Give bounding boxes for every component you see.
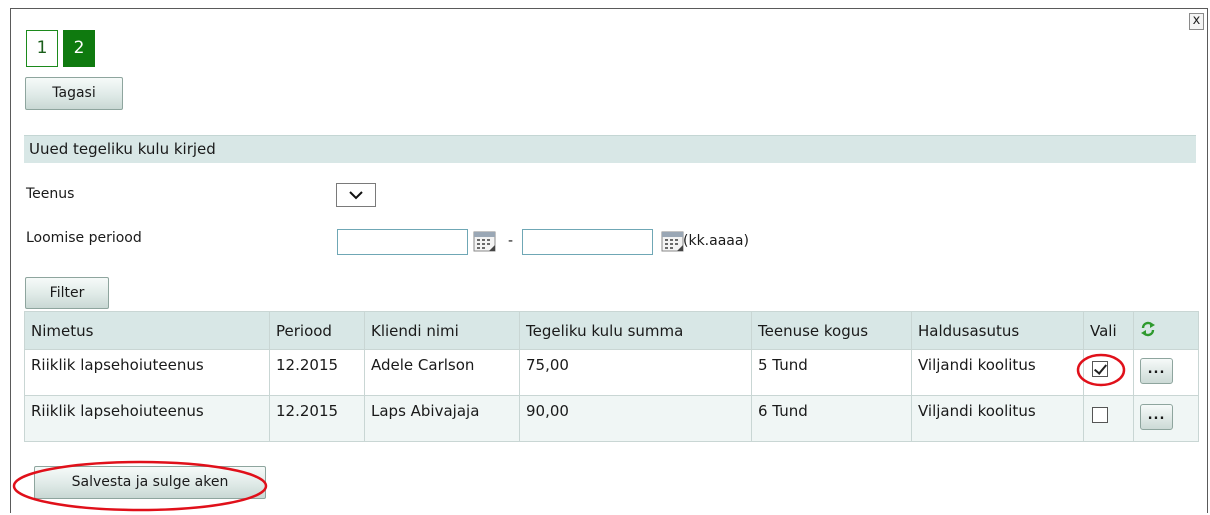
cell-client: Laps Abivajaja [364, 395, 520, 442]
step-1[interactable]: 1 [26, 30, 58, 67]
column-header-select: Vali [1083, 311, 1134, 350]
calendar-icon[interactable] [473, 229, 497, 253]
dialog-window: x 1 2 Tagasi Uued tegeliku kulu kirjed T… [10, 8, 1208, 513]
cell-amount: 75,00 [519, 349, 752, 396]
column-header-amount[interactable]: Tegeliku kulu summa [519, 311, 752, 350]
cell-select [1083, 349, 1134, 396]
period-to-input[interactable] [522, 229, 653, 255]
cell-select [1083, 395, 1134, 442]
cell-quantity: 5 Tund [751, 349, 912, 396]
cost-entries-table: Nimetus Periood Kliendi nimi Tegeliku ku… [24, 311, 1199, 442]
refresh-header-cell [1133, 311, 1199, 350]
cell-institution: Viljandi koolitus [911, 395, 1084, 442]
service-select[interactable] [336, 183, 376, 207]
cell-period: 12.2015 [269, 349, 365, 396]
table-header-row: Nimetus Periood Kliendi nimi Tegeliku ku… [24, 311, 1199, 350]
cell-name: Riiklik lapsehoiuteenus [24, 349, 270, 396]
calendar-icon[interactable] [661, 229, 685, 253]
service-label: Teenus [26, 186, 75, 202]
cell-name: Riiklik lapsehoiuteenus [24, 395, 270, 442]
column-header-name[interactable]: Nimetus [24, 311, 270, 350]
cell-amount: 90,00 [519, 395, 752, 442]
column-header-period[interactable]: Periood [269, 311, 365, 350]
period-label: Loomise periood [26, 230, 142, 246]
cell-client: Adele Carlson [364, 349, 520, 396]
section-title: Uued tegeliku kulu kirjed [24, 135, 1196, 163]
close-button[interactable]: x [1189, 13, 1204, 30]
step-indicator: 1 2 [26, 30, 95, 67]
more-options-button[interactable]: ... [1140, 358, 1173, 384]
more-options-button[interactable]: ... [1140, 404, 1173, 430]
date-format-hint: (kk.aaaa) [683, 233, 749, 249]
row-select-checkbox[interactable] [1092, 407, 1108, 423]
back-button[interactable]: Tagasi [25, 77, 123, 110]
period-separator: - [508, 233, 514, 249]
cell-institution: Viljandi koolitus [911, 349, 1084, 396]
column-header-client[interactable]: Kliendi nimi [364, 311, 520, 350]
row-select-checkbox[interactable] [1092, 361, 1108, 377]
cell-quantity: 6 Tund [751, 395, 912, 442]
refresh-icon[interactable] [1140, 321, 1156, 337]
save-and-close-button[interactable]: Salvesta ja sulge aken [34, 466, 266, 499]
column-header-quantity[interactable]: Teenuse kogus [751, 311, 912, 350]
table-row: Riiklik lapsehoiuteenus 12.2015 Laps Abi… [24, 395, 1199, 442]
column-header-institution[interactable]: Haldusasutus [911, 311, 1084, 350]
table-row: Riiklik lapsehoiuteenus 12.2015 Adele Ca… [24, 349, 1199, 396]
chevron-down-icon [349, 191, 363, 200]
cell-actions: ... [1133, 349, 1199, 396]
step-2[interactable]: 2 [63, 30, 95, 67]
cell-period: 12.2015 [269, 395, 365, 442]
filter-button[interactable]: Filter [25, 277, 109, 309]
period-from-input[interactable] [337, 229, 468, 255]
cell-actions: ... [1133, 395, 1199, 442]
